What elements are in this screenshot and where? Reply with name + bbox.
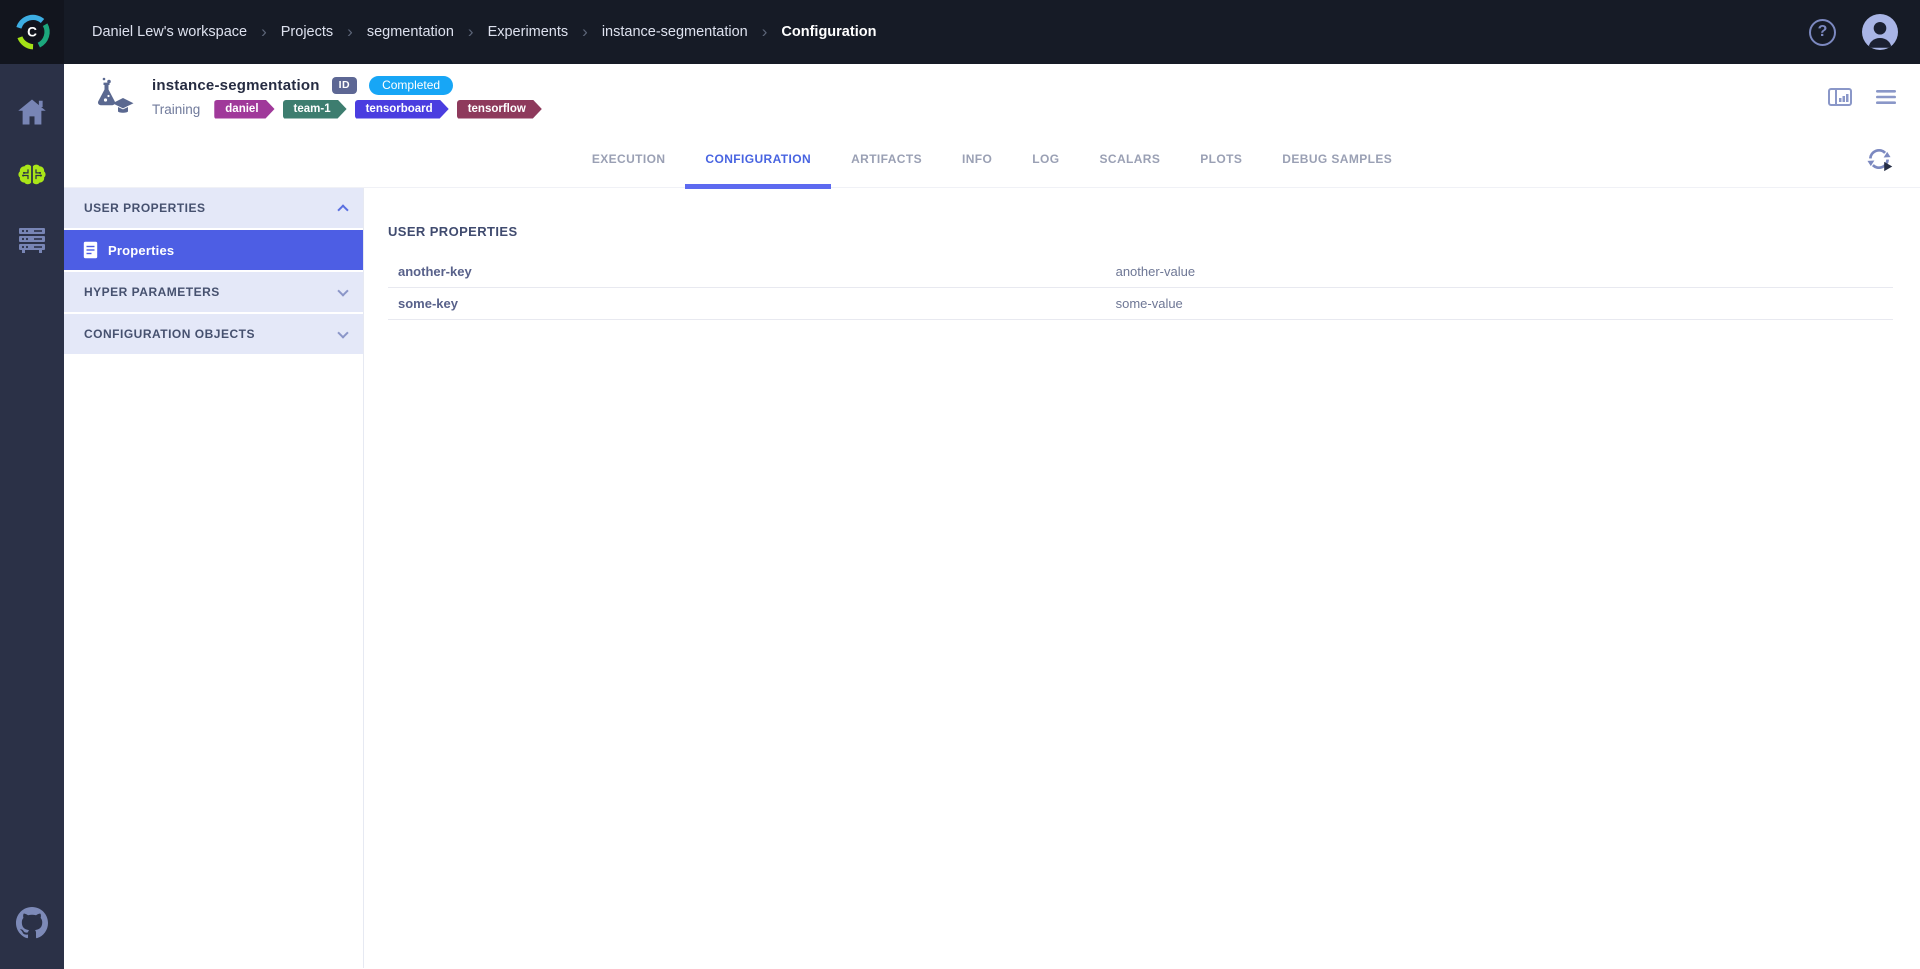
- document-icon: [83, 241, 98, 259]
- breadcrumb-projects[interactable]: Projects: [281, 24, 333, 40]
- section-label: HYPER PARAMETERS: [84, 285, 220, 299]
- sidebar-item-dashboard[interactable]: [0, 80, 64, 144]
- refresh-icon: [1864, 144, 1894, 174]
- id-badge[interactable]: ID: [332, 77, 358, 94]
- tab-log[interactable]: LOG: [1012, 130, 1079, 188]
- section-label: USER PROPERTIES: [84, 201, 206, 215]
- breadcrumb-experiments[interactable]: Experiments: [488, 24, 569, 40]
- properties-table: another-key another-value some-key some-…: [388, 256, 1893, 320]
- servers-icon: [18, 227, 46, 253]
- split-view-chart-icon: [1828, 88, 1852, 106]
- content-heading: USER PROPERTIES: [388, 224, 1893, 239]
- experiment-tabbar: EXECUTION CONFIGURATION ARTIFACTS INFO L…: [64, 130, 1920, 188]
- nav-item-label: Properties: [108, 243, 174, 258]
- table-row[interactable]: another-key another-value: [388, 256, 1893, 288]
- tab-artifacts[interactable]: ARTIFACTS: [831, 130, 942, 188]
- property-key: another-key: [398, 264, 1116, 279]
- section-hyper-parameters[interactable]: HYPER PARAMETERS: [64, 272, 363, 312]
- help-icon[interactable]: [1809, 19, 1836, 46]
- breadcrumb-separator-icon: [347, 22, 353, 42]
- nav-item-properties[interactable]: Properties: [64, 230, 363, 270]
- hamburger-menu-icon: [1876, 89, 1896, 105]
- tab-execution[interactable]: EXECUTION: [572, 130, 686, 188]
- property-value: another-value: [1116, 264, 1196, 279]
- breadcrumb-separator-icon: [261, 22, 267, 42]
- sidebar-item-projects[interactable]: [0, 144, 64, 208]
- breadcrumb-project[interactable]: segmentation: [367, 24, 454, 40]
- svg-text:C: C: [27, 25, 37, 40]
- app-sidebar: [0, 64, 64, 969]
- tab-info[interactable]: INFO: [942, 130, 1012, 188]
- breadcrumb: Daniel Lew's workspace Projects segmenta…: [92, 22, 876, 42]
- breadcrumb-workspace[interactable]: Daniel Lew's workspace: [92, 24, 247, 40]
- experiment-type-label: Training: [152, 102, 200, 117]
- chevron-down-icon: [337, 327, 348, 338]
- github-icon: [16, 907, 48, 939]
- menu-button[interactable]: [1876, 89, 1896, 105]
- breadcrumb-separator-icon: [582, 22, 588, 42]
- tab-plots[interactable]: PLOTS: [1180, 130, 1262, 188]
- user-avatar[interactable]: [1862, 14, 1898, 50]
- sidebar-item-github[interactable]: [0, 891, 64, 955]
- main-area: instance-segmentation ID Completed Train…: [64, 64, 1920, 969]
- content-row: USER PROPERTIES Properties HYPER PARAMET…: [64, 188, 1920, 968]
- tag-daniel[interactable]: daniel: [214, 100, 274, 119]
- details-view-toggle-button[interactable]: [1828, 88, 1852, 106]
- topbar-right: [1809, 14, 1920, 50]
- property-key: some-key: [398, 296, 1116, 311]
- brain-icon: [16, 163, 48, 189]
- training-flask-icon: [92, 75, 138, 119]
- tab-scalars[interactable]: SCALARS: [1079, 130, 1180, 188]
- section-configuration-objects[interactable]: CONFIGURATION OBJECTS: [64, 314, 363, 354]
- sidebar-item-datasets[interactable]: [0, 208, 64, 272]
- chevron-down-icon: [337, 285, 348, 296]
- experiment-title: instance-segmentation: [152, 77, 320, 94]
- clearml-logo[interactable]: C: [0, 0, 64, 64]
- tag-team-1[interactable]: team-1: [283, 100, 347, 119]
- clearml-logo-icon: C: [11, 11, 53, 53]
- chevron-up-icon: [337, 204, 348, 215]
- table-row[interactable]: some-key some-value: [388, 288, 1893, 320]
- tab-configuration[interactable]: CONFIGURATION: [685, 130, 831, 188]
- section-user-properties[interactable]: USER PROPERTIES: [64, 188, 363, 228]
- breadcrumb-current-page: Configuration: [781, 24, 876, 40]
- tab-debug-samples[interactable]: DEBUG SAMPLES: [1262, 130, 1412, 188]
- breadcrumb-experiment[interactable]: instance-segmentation: [602, 24, 748, 40]
- status-badge: Completed: [369, 76, 453, 95]
- tag-tensorflow[interactable]: tensorflow: [457, 100, 542, 119]
- property-value: some-value: [1116, 296, 1183, 311]
- tag-tensorboard[interactable]: tensorboard: [355, 100, 449, 119]
- top-bar: C Daniel Lew's workspace Projects segmen…: [0, 0, 1920, 64]
- section-label: CONFIGURATION OBJECTS: [84, 327, 255, 341]
- home-icon: [17, 98, 47, 126]
- user-properties-content: USER PROPERTIES another-key another-valu…: [364, 188, 1920, 968]
- breadcrumb-separator-icon: [762, 22, 768, 42]
- breadcrumb-separator-icon: [468, 22, 474, 42]
- person-icon: [1862, 14, 1898, 50]
- experiment-header: instance-segmentation ID Completed Train…: [64, 64, 1920, 130]
- configuration-nav-panel: USER PROPERTIES Properties HYPER PARAMET…: [64, 188, 364, 968]
- auto-refresh-button[interactable]: [1864, 144, 1894, 179]
